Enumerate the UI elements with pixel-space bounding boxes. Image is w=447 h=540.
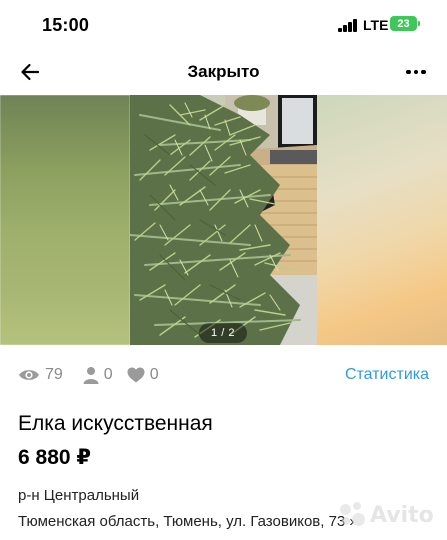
page-title: Закрыто [187,62,260,81]
battery-icon: 23 [390,16,417,31]
more-options-button[interactable] [403,60,429,84]
gallery-blur-right [317,95,447,345]
listing-photo[interactable] [130,95,317,345]
photo-counter: 1 / 2 [199,323,247,343]
contacts-stat: 0 [83,366,113,384]
battery-level: 23 [397,17,410,30]
heart-icon [127,367,145,383]
statistics-link[interactable]: Статистика [345,366,429,384]
listing-title: Елка искусственная [18,412,213,435]
status-time: 15:00 [42,15,90,35]
battery-cap [418,21,420,26]
stats-row: 79 0 0 [18,364,173,386]
christmas-tree-photo [130,95,317,345]
views-stat: 79 [18,366,63,384]
signal-icon [338,19,358,32]
favorites-stat: 0 [127,366,159,384]
avito-logo-icon [340,502,366,528]
watermark-text: Avito [370,502,434,528]
network-type: LTE [363,17,389,33]
nav-bar: Закрыто [0,50,447,94]
avito-watermark: Avito [340,500,440,530]
listing-district: р-н Центральный [18,487,140,504]
status-bar: 15:00 LTE 23 [0,0,447,50]
person-icon [83,367,99,384]
photo-gallery[interactable] [0,95,447,345]
listing-price: 6 880 ₽ [18,446,91,469]
listing-address-link[interactable]: Тюменская область, Тюмень, ул. Газовиков… [18,513,354,530]
more-dots-icon [406,69,426,75]
gallery-blur-left [0,95,130,345]
views-count: 79 [45,366,63,383]
contacts-count: 0 [103,366,113,383]
favorites-count: 0 [149,366,159,383]
eye-icon [19,370,39,380]
